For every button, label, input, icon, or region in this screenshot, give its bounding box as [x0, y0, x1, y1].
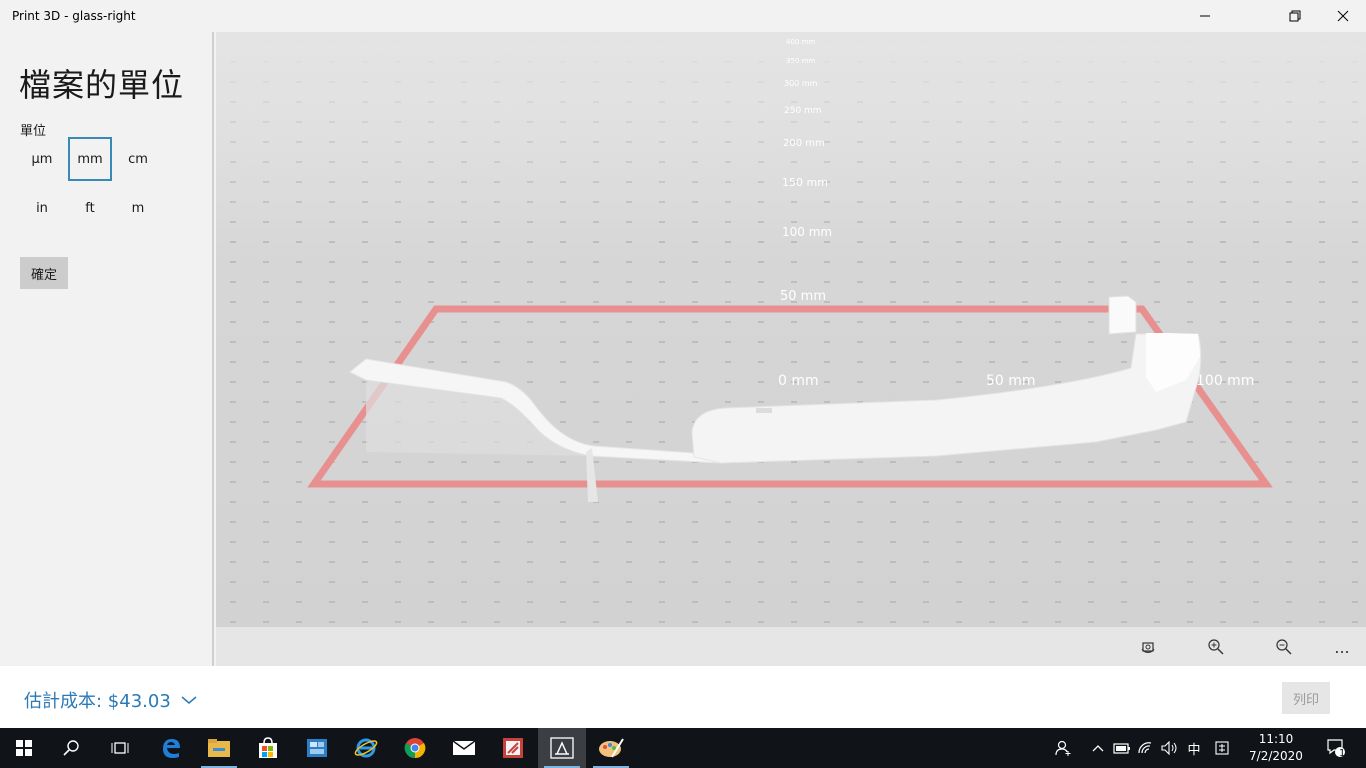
units-panel: 檔案的單位 單位 µm mm cm in ft m 確定: [0, 32, 214, 666]
internet-explorer-button[interactable]: [342, 728, 390, 768]
search-button[interactable]: [48, 728, 96, 768]
app-button[interactable]: [489, 728, 537, 768]
more-button[interactable]: ...: [1325, 633, 1359, 661]
unit-ft-button[interactable]: ft: [68, 186, 112, 230]
clock-time: 11:10: [1258, 732, 1294, 746]
clock-date: 7/2/2020: [1249, 749, 1303, 763]
unit-in-button[interactable]: in: [20, 186, 64, 230]
task-view-button[interactable]: [96, 728, 144, 768]
zoom-in-icon: [1208, 639, 1224, 655]
restore-icon: [1289, 10, 1301, 22]
volume-button[interactable]: [1160, 728, 1180, 768]
title-bar: Print 3D - glass-right: [0, 0, 1366, 32]
restore-button[interactable]: [1272, 0, 1318, 32]
axis-label: 200 mm: [783, 138, 825, 149]
print3d-button[interactable]: [538, 728, 586, 768]
3d-viewport[interactable]: 400 mm 350 mm 300 mm 250 mm 200 mm 150 m…: [216, 32, 1366, 627]
close-button[interactable]: [1320, 0, 1366, 32]
wifi-icon: [1138, 742, 1152, 754]
ime-mode-button[interactable]: [1212, 728, 1232, 768]
axis-label: 250 mm: [784, 106, 822, 116]
reset-view-icon: [1141, 642, 1155, 653]
axis-label: 0 mm: [778, 373, 819, 389]
calculator-button[interactable]: [293, 728, 341, 768]
mail-icon: [452, 740, 476, 755]
scene-canvas: 400 mm 350 mm 300 mm 250 mm 200 mm 150 m…: [216, 32, 1366, 627]
action-center-button[interactable]: 1: [1320, 728, 1352, 768]
start-button[interactable]: [0, 728, 48, 768]
axis-label: 50 mm: [780, 289, 826, 304]
chevron-up-icon: [1092, 745, 1104, 752]
ie-icon: [354, 738, 378, 758]
zoom-in-button[interactable]: [1199, 633, 1233, 661]
cost-bar: 估計成本: $43.03 列印: [0, 666, 1366, 728]
calculator-icon: [307, 739, 327, 757]
axis-label: 300 mm: [784, 79, 818, 88]
volume-icon: [1161, 741, 1177, 755]
zoom-out-button[interactable]: [1267, 633, 1301, 661]
print-button[interactable]: 列印: [1282, 682, 1330, 714]
task-view-icon: [111, 742, 129, 754]
store-button[interactable]: [244, 728, 292, 768]
app-icon: [503, 738, 523, 758]
wifi-button[interactable]: [1136, 728, 1156, 768]
cost-label: 估計成本: $43.03: [24, 691, 171, 712]
unit-m-button[interactable]: m: [116, 186, 160, 230]
viewport-toolbar: ...: [216, 627, 1366, 666]
mail-button[interactable]: [440, 728, 488, 768]
battery-icon: [1113, 743, 1130, 754]
unit-um-button[interactable]: µm: [20, 137, 64, 181]
clock[interactable]: 11:10 7/2/2020: [1244, 731, 1308, 765]
minimize-icon: [1200, 15, 1210, 17]
axis-label: 100 mm: [1196, 373, 1254, 389]
store-icon: [259, 737, 277, 758]
axis-label: 100 mm: [782, 225, 832, 239]
unit-cm-button[interactable]: cm: [116, 137, 160, 181]
file-explorer-button[interactable]: [195, 728, 243, 768]
axis-label: 400 mm: [786, 38, 815, 46]
minimize-button[interactable]: [1182, 0, 1228, 32]
notification-count: 1: [1339, 748, 1346, 759]
axis-label: 150 mm: [782, 176, 828, 189]
print3d-icon: [550, 737, 574, 759]
file-explorer-icon: [208, 739, 230, 757]
search-icon: [63, 740, 79, 756]
axis-label: 350 mm: [786, 57, 815, 65]
close-icon: [1337, 10, 1349, 22]
chevron-down-icon: [181, 696, 197, 704]
paint3d-button[interactable]: [587, 728, 635, 768]
people-icon: [1055, 740, 1071, 756]
unit-mm-button[interactable]: mm: [68, 137, 112, 181]
cost-dropdown[interactable]: 估計成本: $43.03: [24, 687, 197, 713]
taskbar: 中 11:10 7/2/2020 1: [0, 728, 1366, 768]
edge-button[interactable]: [147, 728, 195, 768]
panel-title: 檔案的單位: [19, 66, 185, 104]
window-title: Print 3D - glass-right: [12, 9, 136, 23]
start-icon: [16, 740, 32, 756]
people-button[interactable]: [1052, 728, 1074, 768]
axis-label: 50 mm: [986, 373, 1036, 389]
zoom-out-icon: [1276, 639, 1292, 655]
reset-view-button[interactable]: [1131, 633, 1165, 661]
battery-button[interactable]: [1112, 728, 1132, 768]
chrome-icon: [404, 738, 426, 759]
paint3d-icon: [599, 738, 624, 758]
ime-mode-icon: [1215, 741, 1229, 755]
show-hidden-icons-button[interactable]: [1090, 728, 1106, 768]
chrome-button[interactable]: [391, 728, 439, 768]
ime-indicator[interactable]: 中: [1184, 728, 1204, 768]
ok-button[interactable]: 確定: [20, 257, 68, 289]
edge-icon: [163, 739, 180, 758]
